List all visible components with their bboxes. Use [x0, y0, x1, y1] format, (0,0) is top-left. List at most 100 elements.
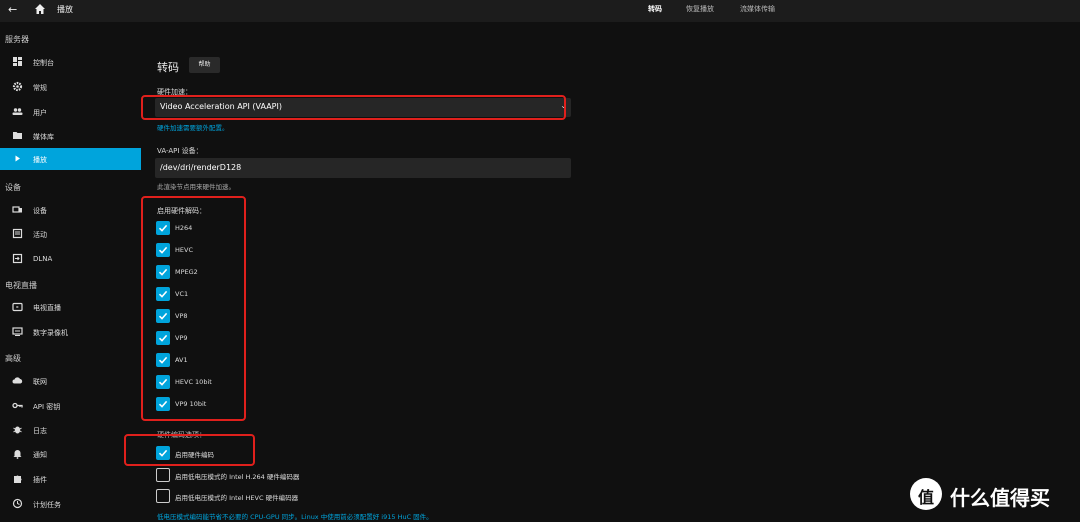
- checkmark-icon: [158, 312, 168, 320]
- tab-resume[interactable]: 恢复播放: [686, 4, 714, 14]
- checkmark-icon: [158, 268, 168, 276]
- highlight-box-hw-accel: [141, 95, 566, 120]
- bug-icon: [13, 426, 22, 434]
- checkbox-checked[interactable]: [156, 375, 170, 389]
- bell-icon: [13, 450, 22, 459]
- tab-transcoding[interactable]: 转码: [648, 4, 662, 14]
- checkmark-icon: [158, 224, 168, 232]
- checkmark-icon: [158, 356, 168, 364]
- sidebar-item-label: 数字录像机: [33, 329, 68, 337]
- sidebar-item-logs[interactable]: 日志: [0, 419, 141, 441]
- sidebar-item-label: 活动: [33, 231, 47, 239]
- sidebar-item-users[interactable]: 用户: [0, 101, 141, 123]
- gear-icon: [12, 81, 23, 92]
- checkbox-checked[interactable]: [156, 243, 170, 257]
- activity-icon: [12, 228, 23, 239]
- sidebar-item-playback[interactable]: 播放: [0, 148, 141, 170]
- checkbox-checked[interactable]: [156, 331, 170, 345]
- home-icon[interactable]: [34, 3, 46, 15]
- sidebar-item-dlna[interactable]: DLNA: [0, 248, 141, 270]
- sidebar-item-label: 插件: [33, 476, 47, 484]
- folder-icon: [13, 132, 22, 139]
- vaapi-device-value: /dev/dri/renderD128: [160, 163, 242, 172]
- sidebar-item-label: 设备: [33, 207, 47, 215]
- sidebar-item-networking[interactable]: 联网: [0, 370, 141, 392]
- codec-checkbox-label: VP8: [175, 312, 188, 320]
- sidebar-item-label: 计划任务: [33, 501, 61, 509]
- section-heading: 转码: [157, 61, 179, 74]
- sidebar-item-label: 用户: [33, 109, 47, 117]
- sidebar-item-label: 媒体库: [33, 133, 54, 141]
- vaapi-device-hint: 此渲染节点用来硬件加速。: [157, 183, 235, 191]
- sidebar-item-notifications[interactable]: 通知: [0, 443, 141, 465]
- codec-checkbox-label: VC1: [175, 290, 189, 298]
- main-content: 转码 帮助 硬件加速： Video Acceleration API (VAAP…: [124, 22, 1080, 522]
- sidebar: 服务器 控制台 常规 用户 媒体库 播放 设备 设备 活动 DLNA 电视直播 …: [0, 22, 141, 522]
- sidebar-item-label: 联网: [33, 378, 47, 386]
- encoding-checkbox-label: 启用硬件编码: [175, 451, 214, 459]
- sidebar-item-label: 控制台: [33, 59, 54, 67]
- codec-checkbox-label: HEVC: [175, 246, 193, 254]
- sidebar-item-dashboard[interactable]: 控制台: [0, 51, 141, 73]
- dvr-icon: [12, 327, 23, 336]
- sidebar-item-livetv[interactable]: 电视直播: [0, 296, 141, 318]
- sidebar-header-server: 服务器: [5, 35, 29, 44]
- checkbox-checked[interactable]: [156, 265, 170, 279]
- sidebar-item-api-keys[interactable]: API 密钥: [0, 395, 141, 417]
- watermark-text: 什么值得买: [950, 486, 1050, 510]
- sidebar-item-label: 播放: [33, 156, 47, 164]
- checkmark-icon: [158, 246, 168, 254]
- codec-checkbox-label: H264: [175, 224, 193, 232]
- low-power-link[interactable]: 低电压模式编码能节省不必要的 CPU-GPU 同步。Linux 中使用前必须配置…: [157, 511, 433, 521]
- sidebar-item-plugins[interactable]: 插件: [0, 468, 141, 490]
- codec-checkbox-label: VP9: [175, 334, 188, 342]
- devices-icon: [12, 206, 22, 213]
- vaapi-device-input[interactable]: /dev/dri/renderD128: [155, 158, 571, 178]
- sidebar-item-scheduled-tasks[interactable]: 计划任务: [0, 493, 141, 515]
- checkbox-checked[interactable]: [156, 287, 170, 301]
- sidebar-item-label: 电视直播: [33, 304, 61, 312]
- checkbox-unchecked[interactable]: [156, 489, 170, 503]
- play-icon: [15, 155, 20, 162]
- sidebar-item-general[interactable]: 常规: [0, 76, 141, 98]
- checkmark-icon: [158, 334, 168, 342]
- sidebar-header-advanced: 高级: [5, 354, 21, 363]
- sidebar-item-activity[interactable]: 活动: [0, 223, 141, 245]
- input-icon: [12, 253, 23, 264]
- extension-icon: [14, 475, 22, 483]
- vaapi-device-label: VA-API 设备：: [157, 147, 203, 155]
- tv-icon: [12, 302, 23, 312]
- key-icon: [12, 402, 23, 409]
- cloud-icon: [12, 377, 23, 384]
- watermark: 值 什么值得买: [910, 478, 1080, 512]
- sidebar-item-label: 通知: [33, 451, 47, 459]
- sidebar-item-label: 常规: [33, 84, 47, 92]
- sidebar-item-label: 日志: [33, 427, 47, 435]
- sidebar-header-livetv: 电视直播: [5, 281, 37, 290]
- help-button[interactable]: 帮助: [189, 57, 220, 73]
- checkbox-checked[interactable]: [156, 446, 170, 460]
- checkmark-icon: [158, 449, 168, 457]
- checkmark-icon: [158, 400, 168, 408]
- codec-checkbox-label: MPEG2: [175, 268, 198, 276]
- checkbox-checked[interactable]: [156, 353, 170, 367]
- top-bar: ← 播放 转码 恢复播放 流媒体传输: [0, 0, 1080, 22]
- sidebar-item-dvr[interactable]: 数字录像机: [0, 321, 141, 343]
- codec-checkbox-label: VP9 10bit: [175, 400, 207, 408]
- checkbox-unchecked[interactable]: [156, 467, 170, 482]
- people-icon: [12, 108, 23, 115]
- tab-streaming[interactable]: 流媒体传输: [740, 4, 775, 14]
- checkbox-checked[interactable]: [156, 309, 170, 323]
- sidebar-item-label: DLNA: [33, 255, 53, 263]
- hw-accel-link[interactable]: 硬件加速需要额外配置。: [157, 122, 229, 132]
- back-arrow-icon[interactable]: ←: [8, 3, 17, 16]
- sidebar-item-libraries[interactable]: 媒体库: [0, 125, 141, 147]
- encoding-checkbox-label: 启用低电压模式的 Intel HEVC 硬件编码器: [175, 494, 299, 502]
- sidebar-item-devices[interactable]: 设备: [0, 199, 141, 221]
- checkbox-checked[interactable]: [156, 221, 170, 235]
- checkmark-icon: [158, 290, 168, 298]
- checkbox-checked[interactable]: [156, 397, 170, 411]
- codec-checkbox-label: HEVC 10bit: [175, 378, 212, 386]
- schedule-icon: [12, 498, 23, 509]
- sidebar-item-label: API 密钥: [33, 403, 61, 411]
